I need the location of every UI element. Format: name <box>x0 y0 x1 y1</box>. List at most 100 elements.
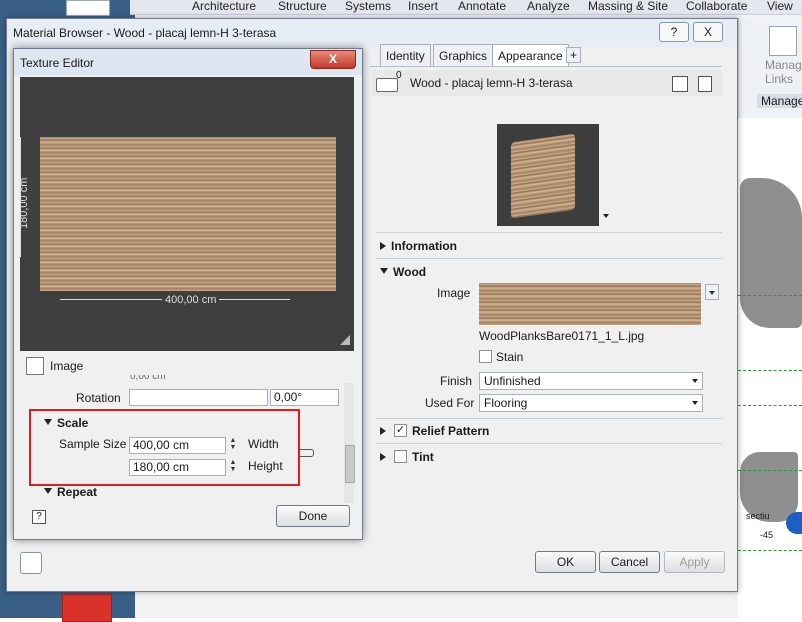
divider <box>376 258 722 259</box>
collapse-icon <box>44 488 52 494</box>
section-wood[interactable]: Wood <box>380 265 426 279</box>
ribbon-tab-view[interactable]: View <box>767 0 793 13</box>
section-tint[interactable] <box>380 450 391 464</box>
ok-button[interactable]: OK <box>535 551 596 573</box>
finish-label: Finish <box>440 374 473 388</box>
ribbon-tab-massing[interactable]: Massing & Site <box>588 0 668 13</box>
stain-checkbox[interactable] <box>479 350 492 363</box>
material-browser-titlebar: Material Browser - Wood - placaj lemn-H … <box>7 19 737 47</box>
expand-icon <box>380 427 386 435</box>
used-for-select[interactable]: Flooring <box>479 394 703 412</box>
divider <box>376 443 722 444</box>
preview-cube-icon <box>511 133 575 219</box>
section-wood-label: Wood <box>393 265 427 279</box>
ribbon-tab-analyze[interactable]: Analyze <box>527 0 570 13</box>
ribbon-tab-annotate[interactable]: Annotate <box>458 0 506 13</box>
texture-editor-title: Texture Editor <box>20 56 95 70</box>
finish-value: Unfinished <box>484 374 541 388</box>
hand-icon <box>376 78 398 92</box>
chevron-down-icon <box>709 291 715 295</box>
wood-image-swatch[interactable] <box>479 283 701 325</box>
wood-image-label: Image <box>437 286 471 300</box>
texture-image-label: Image <box>50 359 84 373</box>
section-repeat[interactable]: Repeat <box>44 485 97 499</box>
manage-links-label: Manag Links <box>765 58 802 86</box>
drawing-level-line <box>738 295 802 296</box>
ribbon-tab-systems[interactable]: Systems <box>345 0 391 13</box>
chevron-down-icon <box>692 379 698 383</box>
divider <box>376 418 722 419</box>
texture-editor-titlebar: Texture Editor X <box>14 49 362 75</box>
drawing-level-line <box>738 550 802 551</box>
section-marker-icon[interactable] <box>786 512 802 534</box>
section-information-label: Information <box>391 239 457 253</box>
texture-help-button[interactable]: ? <box>32 510 46 524</box>
swap-asset-icon[interactable] <box>672 76 688 92</box>
asset-name: Wood - placaj lemn-H 3-terasa <box>410 76 573 90</box>
section-information[interactable]: Information <box>380 239 457 253</box>
cancel-button[interactable]: Cancel <box>599 551 660 573</box>
stain-label: Stain <box>496 350 524 364</box>
highlight-box <box>29 409 300 486</box>
drawing-level-line <box>738 370 802 371</box>
section-relief-pattern[interactable] <box>380 424 391 438</box>
material-editor-toggle-icon[interactable] <box>20 552 42 574</box>
material-preview-thumbnail[interactable] <box>497 124 609 226</box>
divider <box>376 232 722 233</box>
expand-icon <box>380 453 386 461</box>
ribbon-tabs: Architecture Structure Systems Insert An… <box>130 0 802 15</box>
image-dropdown-button[interactable] <box>705 284 719 300</box>
manage-group-label: Manage <box>757 94 802 108</box>
repeat-label: Repeat <box>57 485 98 499</box>
close-button[interactable]: X <box>693 22 723 42</box>
duplicate-asset-icon[interactable] <box>698 76 712 92</box>
drawing-section-label: sectiu <box>746 511 770 521</box>
ribbon-tab-insert[interactable]: Insert <box>408 0 438 13</box>
material-browser-title: Material Browser - Wood - placaj lemn-H … <box>13 26 277 40</box>
section-tint-label: Tint <box>412 450 434 464</box>
drawing-level-line <box>738 405 802 406</box>
width-dimension-label: 400,00 cm <box>162 294 220 306</box>
used-for-value: Flooring <box>484 396 528 410</box>
wood-image-filename[interactable]: WoodPlanksBare0171_1_L.jpg <box>479 329 644 343</box>
ribbon-manage-panel: Manag Links Manage <box>738 18 802 118</box>
tab-graphics[interactable]: Graphics <box>433 44 494 68</box>
help-button[interactable]: ? <box>659 22 689 42</box>
resize-grip-icon[interactable] <box>340 335 350 345</box>
done-button[interactable]: Done <box>276 505 350 527</box>
rotation-label: Rotation <box>76 391 121 405</box>
add-asset-button[interactable]: + <box>566 47 582 63</box>
asset-header: 0 Wood - placaj lemn-H 3-terasa <box>372 70 722 96</box>
relief-pattern-checkbox[interactable]: ✓ <box>394 424 407 437</box>
chevron-down-icon <box>692 401 698 405</box>
expand-icon <box>380 242 386 250</box>
texture-image[interactable] <box>40 137 336 291</box>
preview-dropdown-icon[interactable] <box>603 214 609 218</box>
used-for-label: Used For <box>425 396 475 410</box>
tint-checkbox[interactable] <box>394 450 407 463</box>
drawing-terrain <box>740 178 802 328</box>
collapse-icon <box>380 268 388 274</box>
tab-identity[interactable]: Identity <box>380 44 431 68</box>
ribbon-tab-collaborate[interactable]: Collaborate <box>686 0 747 13</box>
drawing-level-line <box>738 470 802 471</box>
scrollbar[interactable] <box>344 383 355 503</box>
scrollbar-thumb[interactable] <box>345 445 355 483</box>
link-icon[interactable] <box>298 449 314 457</box>
apply-button[interactable]: Apply <box>664 551 725 573</box>
tab-appearance[interactable]: Appearance <box>492 44 569 68</box>
rotation-input[interactable]: 0,00° <box>270 389 339 406</box>
hidden-offset-value: 0,00 cm <box>130 375 166 381</box>
texture-editor-close-button[interactable]: X <box>310 50 356 69</box>
finish-select[interactable]: Unfinished <box>479 372 703 390</box>
rotation-slider[interactable] <box>129 389 268 406</box>
section-relief-label: Relief Pattern <box>412 424 490 438</box>
manage-links-icon[interactable] <box>769 26 797 56</box>
ribbon-tab-structure[interactable]: Structure <box>278 0 327 13</box>
height-dimension-label: 180,00 cm <box>18 177 30 229</box>
taskbar-app-icon[interactable] <box>66 0 110 16</box>
image-icon <box>26 357 44 375</box>
ribbon-tab-architecture[interactable]: Architecture <box>192 0 256 13</box>
drawing-elevation-label: -45 <box>760 530 774 540</box>
asset-user-count: 0 <box>396 70 402 81</box>
